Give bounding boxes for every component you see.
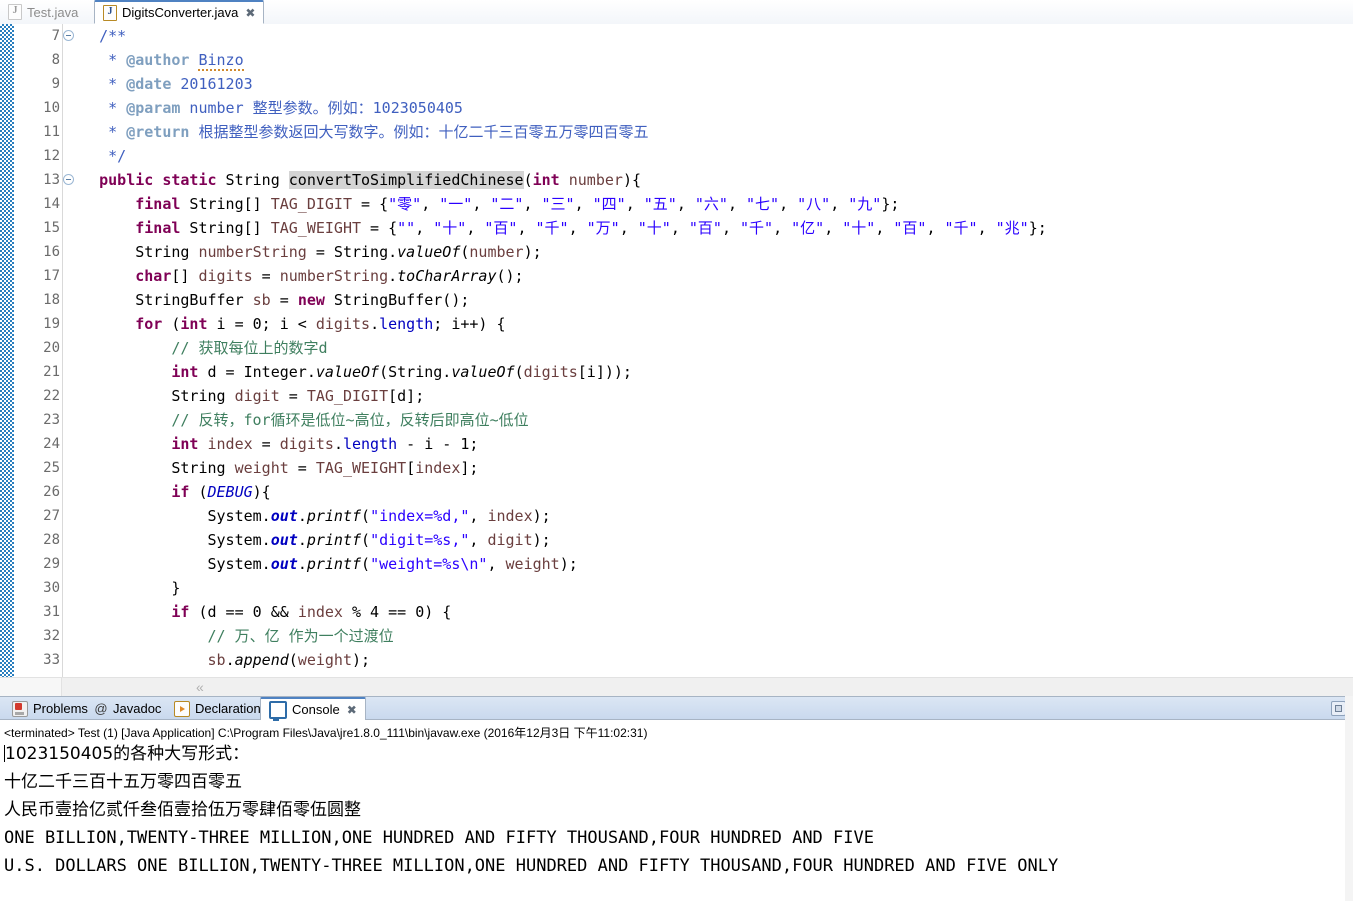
- line-number: 19: [43, 316, 60, 332]
- code-line: String digit = TAG_DIGIT[d];: [63, 387, 425, 405]
- line-number: 23: [43, 412, 60, 428]
- line-number: 21: [43, 364, 60, 380]
- code-line: * @author Binzo: [108, 51, 244, 71]
- line-number: 26: [43, 484, 60, 500]
- code-line: // 反转，for循环是低位~高位，反转后即高位~低位: [171, 411, 529, 429]
- console-icon: [269, 700, 287, 721]
- code-line: int d = Integer.valueOf(String.valueOf(d…: [171, 363, 632, 381]
- editor-tab-test-java[interactable]: Test.java: [0, 0, 86, 24]
- tab-console[interactable]: Console ✖: [260, 697, 366, 721]
- code-line: int index = digits.length - i - 1;: [171, 435, 479, 453]
- eclipse-ide-window: Test.java DigitsConverter.java ✖ 7 8 9 1…: [0, 0, 1353, 901]
- code-line: System.out.printf("weight=%s\n", weight)…: [63, 555, 578, 573]
- editor-tab-bar: Test.java DigitsConverter.java ✖: [0, 0, 1353, 25]
- line-number: 22: [43, 388, 60, 404]
- code-line: String numberString = String.valueOf(num…: [63, 243, 542, 261]
- maximize-button[interactable]: [1331, 701, 1346, 716]
- console-line: 十亿二千三百十五万零四百零五: [4, 772, 242, 792]
- line-number: 30: [43, 580, 60, 596]
- code-line: for (int i = 0; i < digits.length; i++) …: [135, 315, 506, 333]
- console-line: ONE BILLION,TWENTY-THREE MILLION,ONE HUN…: [4, 828, 874, 848]
- bottom-view-tab-bar: Problems @ Javadoc Declaration Console ✖: [0, 696, 1353, 721]
- java-file-icon: [8, 4, 22, 20]
- line-number: 31: [43, 604, 60, 620]
- code-line: sb.append(weight);: [207, 651, 371, 669]
- line-number: 11: [43, 124, 60, 140]
- line-number-ruler: 7 8 9 10 11 12 13 14 15 16 17 18 19 20 2…: [14, 24, 74, 677]
- tab-problems[interactable]: Problems: [4, 697, 96, 720]
- code-line: String weight = TAG_WEIGHT[index];: [63, 459, 479, 477]
- console-line: U.S. DOLLARS ONE BILLION,TWENTY-THREE MI…: [4, 856, 1059, 876]
- code-line: }: [63, 579, 181, 597]
- code-line: if (DEBUG){: [171, 483, 271, 501]
- close-icon[interactable]: ✖: [245, 7, 255, 19]
- line-number: 28: [43, 532, 60, 548]
- code-line: if (d == 0 && index % 4 == 0) {: [171, 603, 452, 621]
- console-output[interactable]: 1023150405的各种大写形式： 十亿二千三百十五万零四百零五人民币壹拾亿贰仟…: [0, 740, 1345, 901]
- code-line: System.out.printf("digit=%s,", digit);: [63, 531, 551, 549]
- bottom-view-panel: Problems @ Javadoc Declaration Console ✖…: [0, 696, 1353, 901]
- tab-declaration[interactable]: Declaration: [166, 697, 269, 720]
- declaration-icon: [174, 700, 190, 717]
- editor-tab-label: DigitsConverter.java: [122, 5, 239, 20]
- tab-label: Javadoc: [113, 701, 162, 716]
- close-icon[interactable]: ✖: [347, 704, 357, 716]
- code-editor[interactable]: 7 8 9 10 11 12 13 14 15 16 17 18 19 20 2…: [0, 24, 1353, 677]
- change-bar: [0, 24, 14, 677]
- chevron-left-icon[interactable]: «: [196, 680, 204, 694]
- line-number: 10: [43, 100, 60, 116]
- line-number: 8: [51, 52, 60, 68]
- line-number: 13: [14, 168, 74, 192]
- java-file-icon: [103, 4, 117, 21]
- code-line: final String[] TAG_DIGIT = {"零", "一", "二…: [135, 195, 900, 213]
- console-vertical-scrollbar[interactable]: [1345, 696, 1353, 901]
- line-number: 29: [43, 556, 60, 572]
- line-number: 16: [43, 244, 60, 260]
- console-line: 1023150405的各种大写形式：: [4, 744, 250, 764]
- line-number: 25: [43, 460, 60, 476]
- editor-tab-digitsconverter-java[interactable]: DigitsConverter.java ✖: [94, 0, 265, 24]
- line-number: 20: [43, 340, 60, 356]
- tab-label: Console: [292, 702, 340, 717]
- console-line: 人民币壹拾亿贰仟叁佰壹拾伍万零肆佰零伍圆整: [4, 800, 361, 820]
- line-number: 18: [43, 292, 60, 308]
- tab-label: Problems: [33, 701, 88, 716]
- console-process-label: <terminated> Test (1) [Java Application]…: [4, 726, 648, 740]
- javadoc-at-icon: @: [94, 700, 108, 716]
- editor-tab-label: Test.java: [27, 4, 79, 20]
- code-line: */: [108, 147, 127, 165]
- line-number: 32: [43, 628, 60, 644]
- code-line: public static String convertToSimplified…: [99, 171, 641, 189]
- tab-javadoc[interactable]: @ Javadoc: [86, 697, 169, 720]
- text-caret: [4, 745, 5, 762]
- code-text[interactable]: /** * @author Binzo * @date 20161203 * @…: [63, 24, 1353, 677]
- code-line: char[] digits = numberString.toCharArray…: [135, 267, 524, 285]
- code-line: StringBuffer sb = new StringBuffer();: [63, 291, 470, 309]
- line-number: 14: [43, 196, 60, 212]
- scrollbar-gutter-pad: [0, 678, 62, 696]
- code-line: // 万、亿 作为一个过渡位: [207, 627, 394, 645]
- code-line: final String[] TAG_WEIGHT = {"", "十", "百…: [135, 219, 1047, 237]
- line-number: 27: [43, 508, 60, 524]
- code-line: // 获取每位上的数字d: [171, 339, 328, 357]
- code-line: /**: [99, 27, 127, 45]
- problems-icon: [12, 700, 28, 717]
- line-number: 33: [43, 652, 60, 668]
- line-number: 12: [43, 148, 60, 164]
- tab-label: Declaration: [195, 701, 261, 716]
- line-number: 7: [14, 24, 74, 48]
- code-line: * @param number 整型参数。例如：1023050405: [108, 99, 463, 117]
- line-number: 17: [43, 268, 60, 284]
- code-line: * @date 20161203: [108, 75, 253, 93]
- line-number: 9: [51, 76, 60, 92]
- code-line: * @return 根据整型参数返回大写数字。例如：十亿二千三百零五万零四百零五: [108, 123, 649, 141]
- line-number: 24: [43, 436, 60, 452]
- code-line: System.out.printf("index=%d,", index);: [63, 507, 551, 525]
- editor-horizontal-scrollbar[interactable]: «: [0, 677, 1353, 696]
- line-number: 15: [43, 220, 60, 236]
